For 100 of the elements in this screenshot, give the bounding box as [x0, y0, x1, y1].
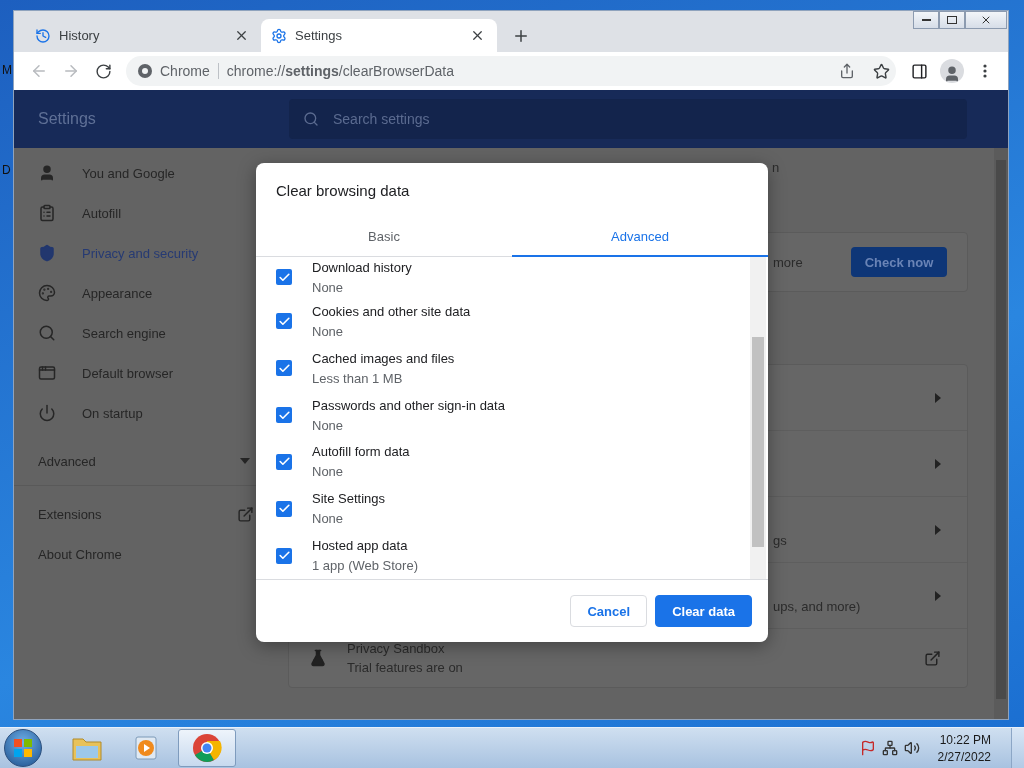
- site-info-icon: [138, 64, 152, 78]
- url-text: chrome://settings/clearBrowserData: [226, 63, 455, 79]
- page-scrollbar[interactable]: [994, 148, 1008, 719]
- option-detail: None: [312, 511, 345, 527]
- browser-icon: [192, 733, 222, 763]
- flag-icon[interactable]: [859, 740, 876, 756]
- person-icon: [38, 164, 56, 182]
- sidebar-item[interactable]: You and Google: [14, 153, 185, 193]
- sidebar-link[interactable]: Extensions: [14, 494, 254, 534]
- checkbox[interactable]: [276, 313, 292, 330]
- cancel-button[interactable]: Cancel: [570, 595, 648, 627]
- checkbox[interactable]: [276, 453, 292, 470]
- address-bar[interactable]: Chrome chrome://settings/clearBrowserData: [126, 56, 896, 86]
- search-icon: [38, 324, 56, 342]
- clipboard-icon: [38, 204, 56, 222]
- star-icon: [873, 62, 890, 80]
- desktop-icon-label[interactable]: M: [0, 63, 13, 77]
- caret-down-icon: [240, 458, 250, 464]
- settings-title: Settings: [37, 110, 97, 128]
- windows-logo-icon: [14, 739, 32, 757]
- forward-arrow-icon: [62, 62, 80, 80]
- close-tab-button[interactable]: [470, 28, 485, 43]
- network-icon[interactable]: [881, 740, 898, 756]
- dialog-title: Clear browsing data: [275, 181, 411, 201]
- shield-icon: [38, 244, 56, 262]
- side-panel-icon: [910, 62, 928, 80]
- option-label: Passwords and other sign-in data: [312, 397, 505, 413]
- external-link-icon: [237, 505, 254, 523]
- browser-tab[interactable]: History: [25, 19, 261, 52]
- person-icon: [943, 65, 961, 83]
- power-icon: [38, 404, 56, 422]
- palette-icon: [38, 284, 56, 302]
- clock[interactable]: 10:22 PM 2/27/2022: [937, 732, 991, 764]
- desktop-icon-label[interactable]: D: [0, 163, 13, 177]
- option-detail: Less than 1 MB: [312, 370, 404, 386]
- search-field[interactable]: Search settings: [289, 99, 967, 139]
- share-button[interactable]: [839, 63, 855, 79]
- advanced-section-toggle[interactable]: Advanced: [14, 437, 254, 485]
- reload-icon: [94, 62, 112, 80]
- option-detail: None: [312, 323, 345, 339]
- checkbox[interactable]: [276, 269, 292, 286]
- folder-icon: [72, 735, 102, 761]
- row-subtitle: Trial features are on: [347, 660, 464, 675]
- browser-window-icon: [38, 364, 56, 382]
- checkbox[interactable]: [276, 360, 292, 377]
- sidebar-item[interactable]: Appearance: [14, 273, 163, 313]
- close-tab-button[interactable]: [234, 28, 249, 43]
- caret-right-icon: [935, 392, 941, 403]
- scrollbar-thumb[interactable]: [752, 337, 764, 547]
- option-detail: 1 app (Web Store): [312, 558, 418, 574]
- close-icon: [470, 28, 485, 43]
- maximize-icon: [947, 16, 957, 24]
- option-detail: None: [312, 280, 345, 295]
- caret-right-icon: [935, 458, 941, 469]
- sidebar-item[interactable]: Privacy and security: [14, 233, 209, 273]
- browser-tab[interactable]: Settings: [261, 19, 497, 52]
- site-label: Chrome: [160, 63, 219, 79]
- maximize-button[interactable]: [939, 11, 965, 29]
- caret-right-icon: [935, 590, 941, 601]
- partial-text: gs: [773, 532, 787, 548]
- tab-title: Settings: [295, 28, 343, 43]
- clear-data-button[interactable]: Clear data: [655, 595, 752, 627]
- dialog-tab[interactable]: Basic: [256, 217, 512, 257]
- option-label: Cached images and files: [312, 350, 455, 366]
- flask-icon: [309, 649, 327, 667]
- checkbox[interactable]: [276, 500, 292, 517]
- media-player-icon: [134, 735, 160, 761]
- option-detail: None: [312, 417, 345, 433]
- check-now-button[interactable]: Check now: [851, 247, 947, 277]
- bookmark-star-button[interactable]: [873, 62, 890, 80]
- share-icon: [839, 63, 855, 79]
- option-label: Download history: [312, 260, 412, 275]
- tab-title: History: [59, 28, 101, 43]
- settings-icon: [271, 27, 287, 44]
- caret-right-icon: [935, 524, 941, 535]
- sidebar-link[interactable]: About Chrome: [14, 534, 254, 574]
- sidebar-item[interactable]: Search engine: [14, 313, 176, 353]
- start-button[interactable]: [4, 729, 42, 767]
- checkbox[interactable]: [276, 547, 292, 564]
- option-detail: None: [312, 464, 345, 480]
- history-icon: [35, 27, 51, 44]
- close-icon: [234, 28, 249, 43]
- taskbar-app-button[interactable]: [178, 729, 236, 767]
- close-icon: [980, 14, 992, 26]
- minimize-button[interactable]: [913, 11, 939, 29]
- dialog-tab[interactable]: Advanced: [512, 217, 768, 257]
- sidebar-item[interactable]: Autofill: [14, 193, 132, 233]
- profile-avatar[interactable]: [940, 59, 964, 83]
- speaker-icon[interactable]: [903, 740, 920, 756]
- checkbox[interactable]: [276, 407, 292, 424]
- option-label: Hosted app data: [312, 538, 409, 554]
- sidebar-item[interactable]: On startup: [14, 393, 153, 433]
- option-label: Cookies and other site data: [312, 303, 471, 319]
- search-icon: [303, 111, 319, 127]
- menu-dots-icon: [983, 64, 987, 78]
- external-link-icon[interactable]: [924, 649, 941, 667]
- option-label: Site Settings: [312, 491, 385, 507]
- partial-text: ups, and more): [773, 598, 861, 614]
- dialog-scrollbar[interactable]: [750, 257, 766, 579]
- sidebar-item[interactable]: Default browser: [14, 353, 184, 393]
